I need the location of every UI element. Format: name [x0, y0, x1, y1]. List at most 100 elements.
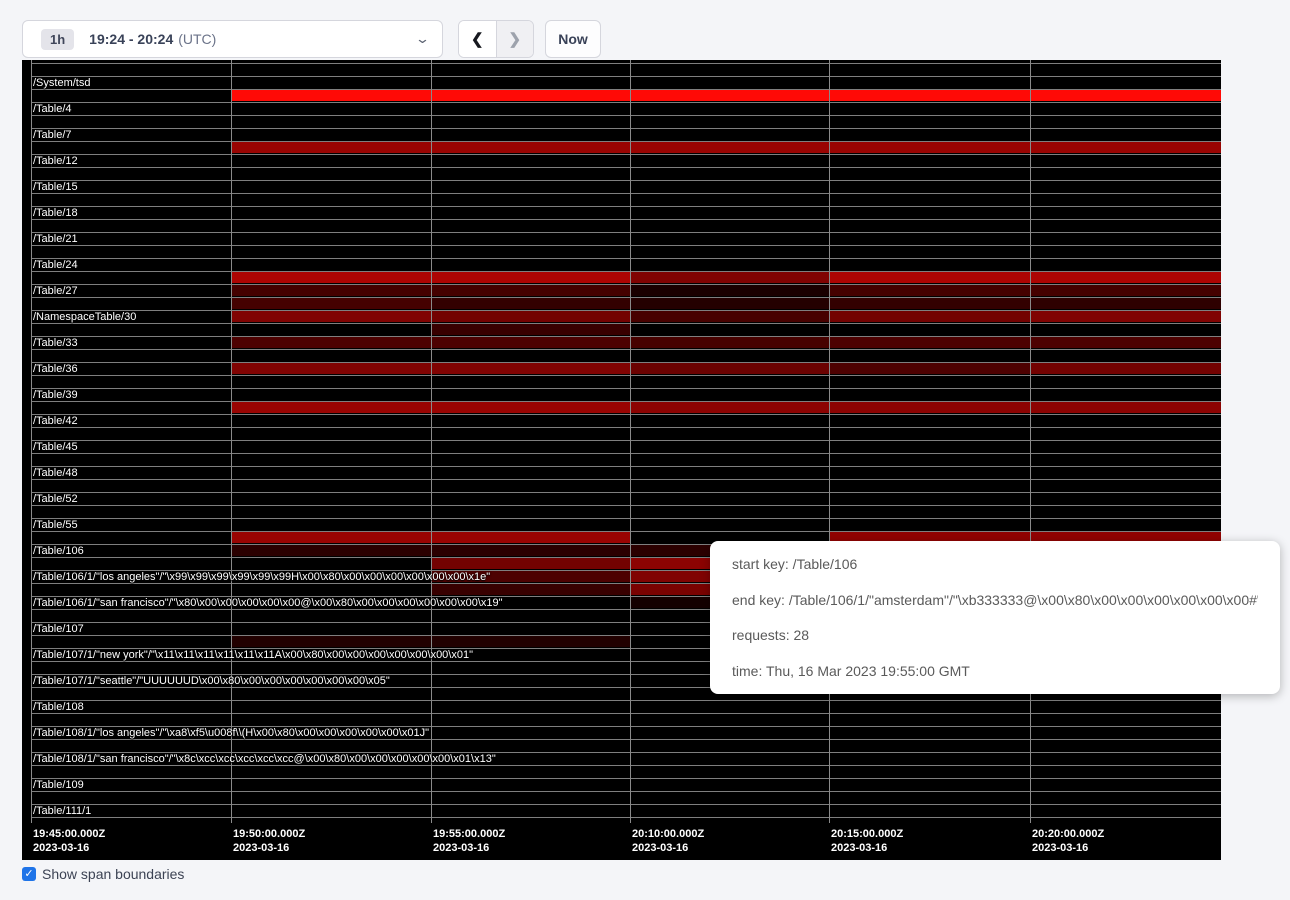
heatmap-cell[interactable]: [1030, 285, 1221, 296]
heatmap-cell[interactable]: [231, 545, 431, 556]
span-label: /Table/52: [33, 493, 78, 505]
span-label: /Table/108/1/"los angeles"/"\xa8\xf5\u00…: [33, 727, 429, 739]
axis-tick-label: 19:50:00.000Z2023-03-16: [233, 827, 305, 855]
heatmap-cell[interactable]: [231, 402, 431, 413]
heatmap-cell[interactable]: [231, 337, 431, 348]
previous-range-button[interactable]: ❮: [459, 21, 497, 57]
heatmap-cell[interactable]: [431, 337, 630, 348]
now-button[interactable]: Now: [545, 20, 601, 58]
span-label: /Table/12: [33, 155, 78, 167]
show-span-boundaries-label: Show span boundaries: [42, 866, 184, 882]
tooltip-time: time: Thu, 16 Mar 2023 19:55:00 GMT: [732, 661, 1258, 681]
span-label: /Table/48: [33, 467, 78, 479]
time-range-text: 19:24 - 20:24: [89, 31, 173, 47]
heatmap-cell[interactable]: [630, 363, 829, 374]
heatmap-cell[interactable]: [630, 298, 829, 309]
heatmap-cell[interactable]: [630, 337, 829, 348]
axis-tick-label: 20:10:00.000Z2023-03-16: [632, 827, 704, 855]
heatmap-cell[interactable]: [231, 285, 431, 296]
heatmap-cell[interactable]: [231, 636, 431, 647]
heatmap-cell[interactable]: [431, 402, 630, 413]
heatmap-cell[interactable]: [431, 532, 630, 543]
heatmap-cell[interactable]: [1030, 298, 1221, 309]
heatmap-cell[interactable]: [829, 363, 1030, 374]
next-range-button-disabled[interactable]: ❯: [497, 21, 534, 57]
heatmap-cell[interactable]: [630, 285, 829, 296]
heatmap-cell[interactable]: [231, 298, 431, 309]
heatmap-cell[interactable]: [431, 311, 630, 322]
heatmap-cell[interactable]: [1030, 363, 1221, 374]
axis-tick-label: 20:20:00.000Z2023-03-16: [1032, 827, 1104, 855]
heatmap-cell[interactable]: [630, 402, 829, 413]
span-label: /Table/108/1/"san francisco"/"\x8c\xcc\x…: [33, 753, 496, 765]
heatmap-cell[interactable]: [829, 298, 1030, 309]
heatmap-cell[interactable]: [630, 311, 829, 322]
span-label: /Table/107/1/"new york"/"\x11\x11\x11\x1…: [33, 649, 473, 661]
span-label: /NamespaceTable/30: [33, 311, 136, 323]
time-nav-button-group: ❮ ❯: [458, 20, 534, 58]
tooltip-start-key: start key: /Table/106: [732, 554, 1258, 574]
heatmap-cell[interactable]: [630, 142, 829, 153]
heatmap-cell[interactable]: [630, 272, 829, 283]
span-label: /Table/109: [33, 779, 84, 791]
heatmap-cell[interactable]: [1030, 142, 1221, 153]
time-gridline: [829, 60, 830, 823]
heatmap-cell[interactable]: [1030, 402, 1221, 413]
heatmap-cell[interactable]: [829, 90, 1030, 101]
time-range-dropdown[interactable]: 1h 19:24 - 20:24 (UTC) ⌄: [22, 20, 443, 58]
heatmap-cell[interactable]: [231, 272, 431, 283]
heatmap-cell[interactable]: [231, 532, 431, 543]
tooltip-requests: requests: 28: [732, 625, 1258, 645]
heatmap-cell[interactable]: [630, 90, 829, 101]
span-label: /Table/45: [33, 441, 78, 453]
heatmap-cell[interactable]: [431, 636, 630, 647]
span-label: /Table/107/1/"seattle"/"UUUUUUD\x00\x80\…: [33, 675, 390, 687]
span-label: /Table/4: [33, 103, 72, 115]
heatmap-cell[interactable]: [431, 558, 630, 569]
heatmap-cell[interactable]: [829, 311, 1030, 322]
heatmap-cell[interactable]: [431, 285, 630, 296]
heatmap-cell[interactable]: [829, 142, 1030, 153]
heatmap-cell[interactable]: [829, 402, 1030, 413]
span-label: /Table/24: [33, 259, 78, 271]
time-range-timezone: (UTC): [178, 31, 216, 47]
time-gridline: [31, 60, 32, 823]
toolbar: 1h 19:24 - 20:24 (UTC) ⌄ ❮ ❯ Now: [0, 0, 1290, 60]
heatmap-cell[interactable]: [431, 298, 630, 309]
heatmap-cell[interactable]: [829, 272, 1030, 283]
heatmap-cell[interactable]: [1030, 272, 1221, 283]
show-span-boundaries-checkbox[interactable]: ✓: [22, 867, 36, 881]
heatmap-cell[interactable]: [829, 337, 1030, 348]
time-gridline: [1030, 60, 1031, 823]
span-label: /Table/15: [33, 181, 78, 193]
heatmap-cell[interactable]: [431, 584, 630, 595]
heatmap-cell[interactable]: [431, 571, 630, 582]
heatmap-cell[interactable]: [231, 311, 431, 322]
time-axis: 19:45:00.000Z2023-03-1619:50:00.000Z2023…: [22, 823, 1221, 860]
span-label: /Table/7: [33, 129, 72, 141]
heatmap-cell[interactable]: [231, 142, 431, 153]
heatmap-cell[interactable]: [431, 363, 630, 374]
heatmap-cell[interactable]: [431, 142, 630, 153]
time-gridline: [231, 60, 232, 823]
time-gridline: [630, 60, 631, 823]
heatmap-cell[interactable]: [231, 90, 431, 101]
tooltip-end-key: end key: /Table/106/1/"amsterdam"/"\xb33…: [732, 590, 1258, 610]
heatmap-cell[interactable]: [431, 324, 630, 335]
heatmap-cell[interactable]: [1030, 337, 1221, 348]
heatmap-cell[interactable]: [1030, 90, 1221, 101]
span-label: /Table/39: [33, 389, 78, 401]
heatmap-cell[interactable]: [829, 285, 1030, 296]
span-label: /Table/42: [33, 415, 78, 427]
heatmap-cell[interactable]: [1030, 311, 1221, 322]
span-label: /System/tsd: [33, 77, 90, 89]
heatmap-cell[interactable]: [231, 363, 431, 374]
span-label: /Table/36: [33, 363, 78, 375]
time-range-duration-badge: 1h: [41, 29, 74, 50]
heatmap-cell[interactable]: [431, 545, 630, 556]
span-label: /Table/55: [33, 519, 78, 531]
span-label: /Table/21: [33, 233, 78, 245]
key-visualizer-heatmap[interactable]: /System/tsd/Table/4/Table/7/Table/12/Tab…: [22, 60, 1221, 860]
heatmap-cell[interactable]: [431, 272, 630, 283]
heatmap-cell[interactable]: [431, 90, 630, 101]
